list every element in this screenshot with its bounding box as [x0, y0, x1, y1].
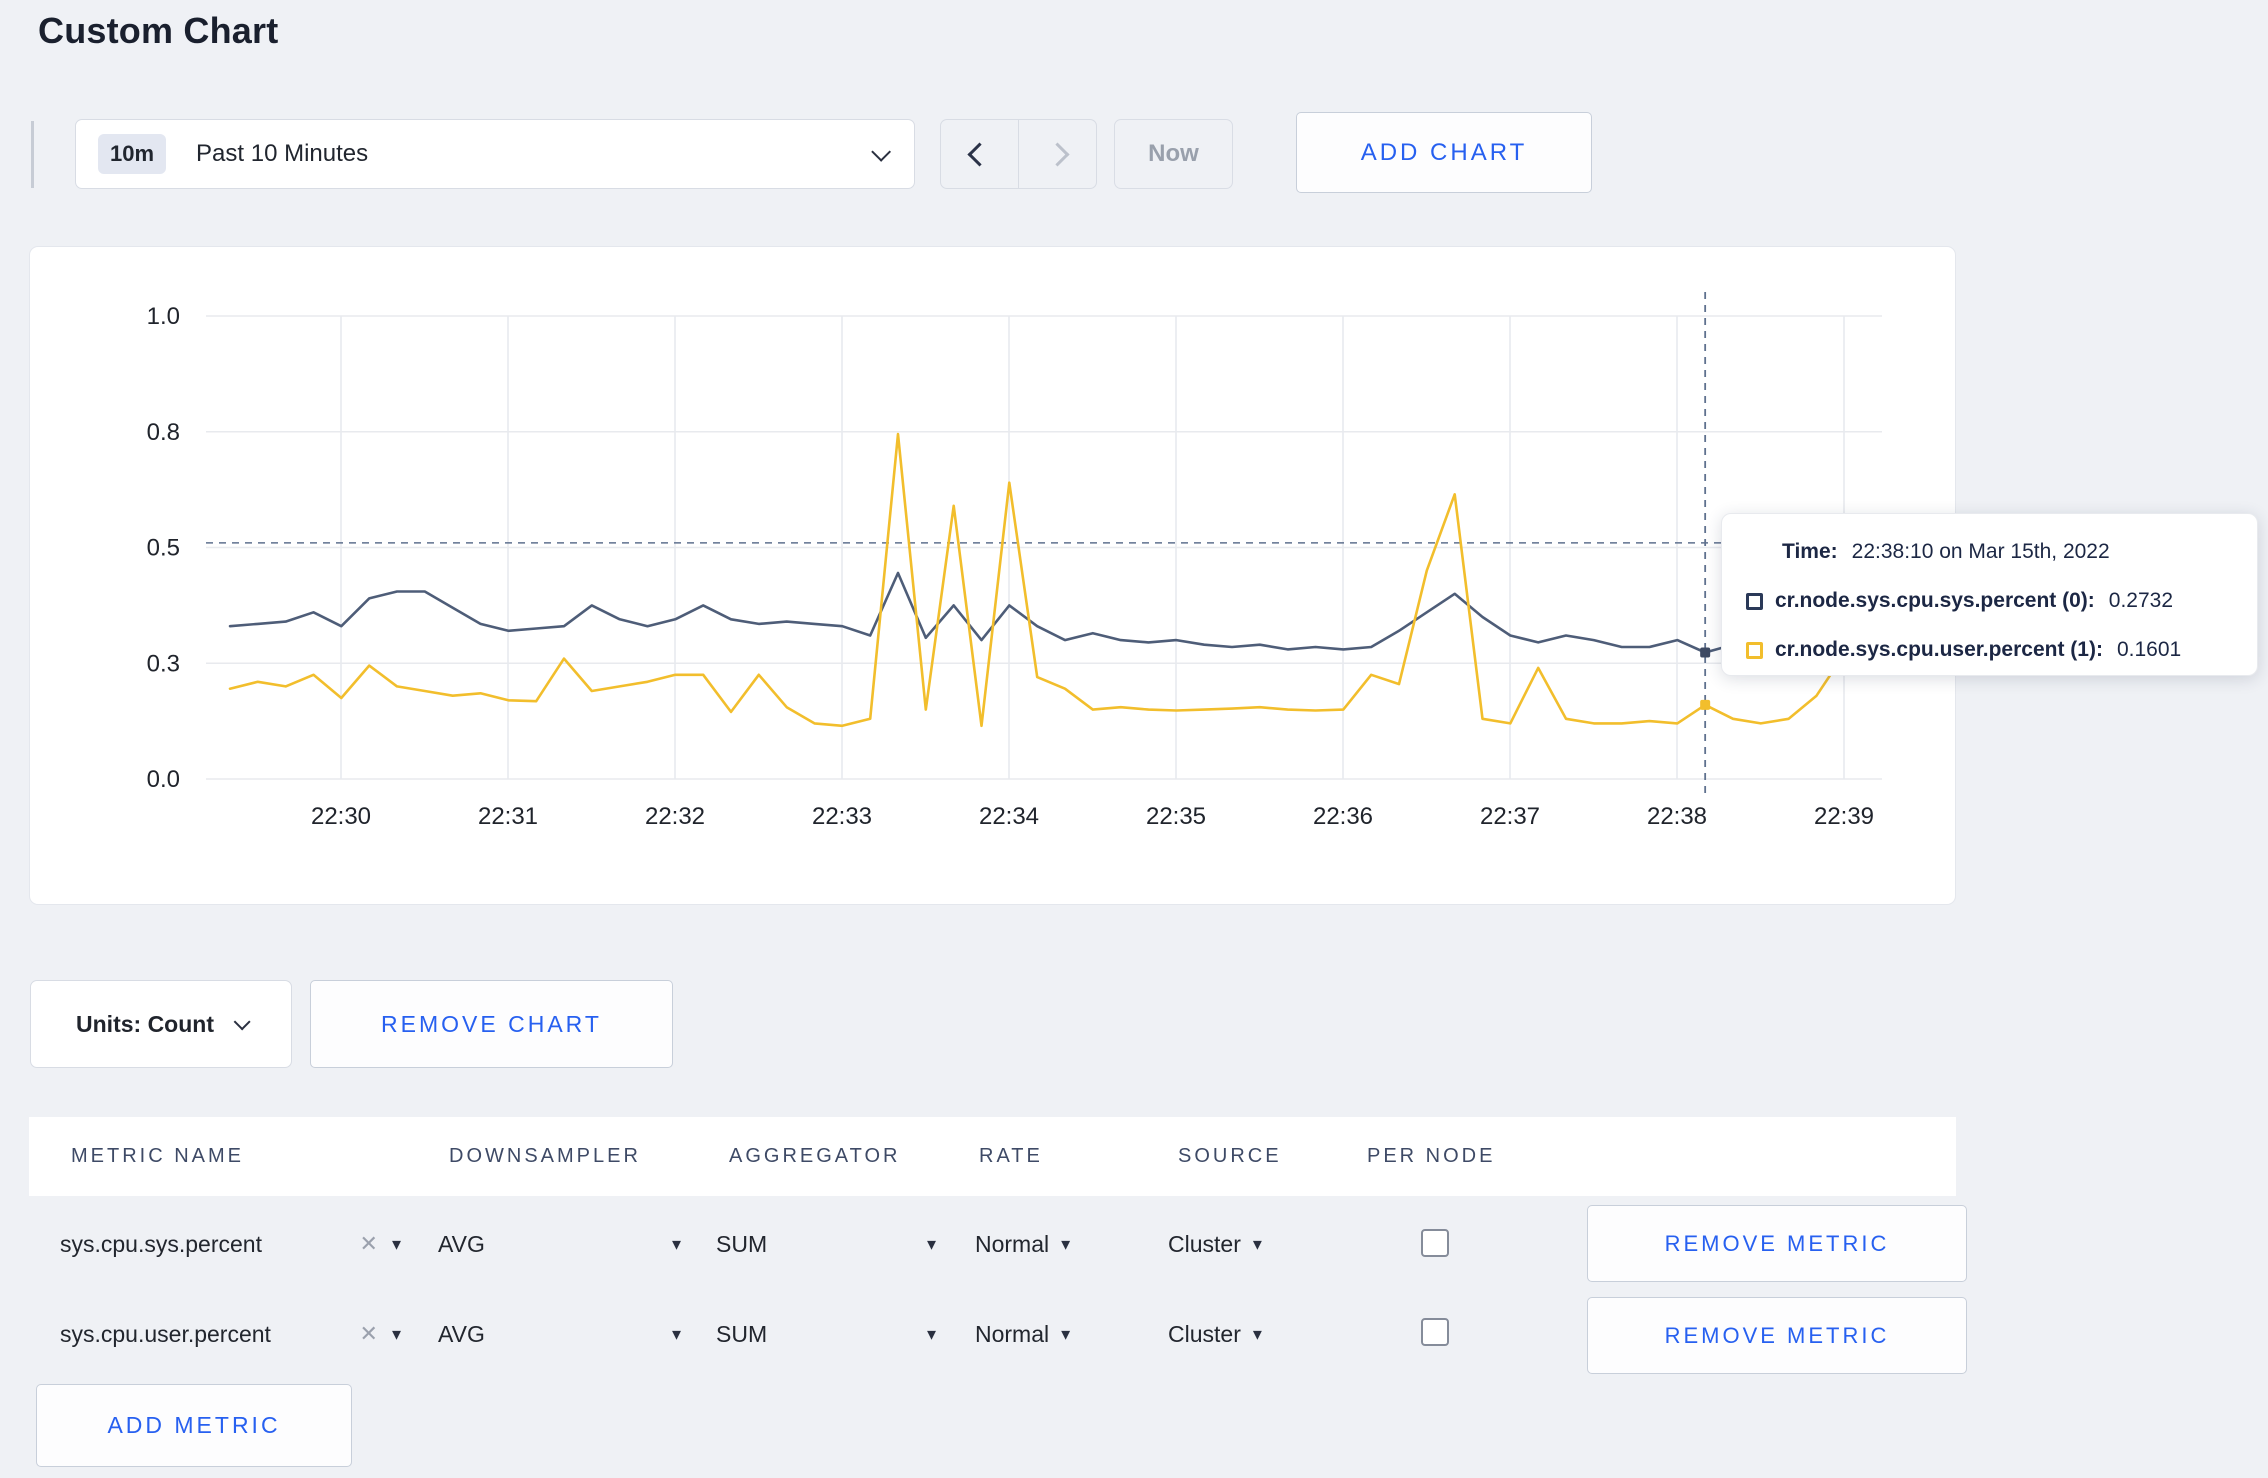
caret-down-icon[interactable]: ▾ [392, 1235, 401, 1253]
y-axis-tick-label: 0.5 [147, 535, 180, 562]
metrics-table-header: METRIC NAME DOWNSAMPLER AGGREGATOR RATE … [29, 1117, 1956, 1196]
units-dropdown[interactable]: Units: Count [30, 980, 292, 1068]
y-axis-tick-label: 0.3 [147, 650, 180, 677]
toolbar-divider [31, 121, 34, 188]
caret-down-icon: ▾ [1061, 1234, 1071, 1254]
column-header-aggregator: AGGREGATOR [729, 1145, 901, 1167]
metrics-line-chart[interactable]: 0.0 0.3 0.5 0.8 1.0 22:30 22:31 22:32 22:33 22:34… [30, 247, 1955, 904]
per-node-checkbox[interactable] [1421, 1229, 1449, 1257]
chevron-right-icon [1045, 141, 1070, 167]
column-header-per-node: PER NODE [1367, 1145, 1496, 1167]
caret-down-icon[interactable]: ▾ [392, 1325, 401, 1343]
y-axis-tick-label: 0.0 [147, 766, 180, 793]
series-user-swatch-icon [1746, 641, 1763, 659]
metric-name-value: sys.cpu.sys.percent [60, 1230, 262, 1257]
caret-down-icon: ▾ [926, 1234, 936, 1254]
time-range-label: Past 10 Minutes [196, 140, 369, 167]
tooltip-time-label: Time: [1782, 540, 1838, 563]
chart-tooltip: Time: 22:38:10 on Mar 15th, 2022 cr.node… [1721, 513, 2258, 676]
metric-row-sys: sys.cpu.sys.percent ✕ ▾ AVG ▾ SUM ▾ Norm… [29, 1205, 1967, 1282]
tooltip-time-value: 22:38:10 on Mar 15th, 2022 [1851, 540, 2110, 563]
x-axis-tick-label: 22:36 [1313, 803, 1373, 830]
series-sys-swatch-icon [1746, 592, 1763, 610]
tooltip-series-user-value: 0.1601 [2116, 638, 2182, 661]
time-nav-group [940, 119, 1097, 189]
remove-metric-button[interactable]: REMOVE METRIC [1587, 1205, 1967, 1282]
caret-down-icon: ▾ [671, 1234, 681, 1254]
x-axis-tick-label: 22:31 [478, 803, 538, 830]
crosshair-point-user [1700, 699, 1711, 710]
rate-value: Normal [975, 1230, 1050, 1257]
source-dropdown[interactable]: Cluster ▾ [1168, 1312, 1262, 1356]
downsampler-value: AVG [438, 1230, 485, 1257]
column-header-rate: RATE [979, 1145, 1043, 1167]
rate-dropdown[interactable]: Normal ▾ [975, 1312, 1070, 1356]
column-header-downsampler: DOWNSAMPLER [449, 1145, 641, 1167]
aggregator-value: SUM [716, 1320, 768, 1347]
caret-down-icon: ▾ [926, 1324, 936, 1344]
source-dropdown[interactable]: Cluster ▾ [1168, 1222, 1262, 1266]
metric-name-value: sys.cpu.user.percent [60, 1320, 271, 1347]
y-axis-tick-label: 1.0 [147, 303, 180, 330]
time-range-badge: 10m [98, 134, 167, 174]
tooltip-series-sys-value: 0.2732 [2108, 589, 2174, 612]
downsampler-dropdown[interactable]: AVG ▾ [438, 1222, 681, 1266]
x-axis-tick-label: 22:39 [1814, 803, 1874, 830]
chevron-down-icon [233, 1013, 251, 1031]
x-axis-tick-label: 22:34 [979, 803, 1039, 830]
chart-card: 0.0 0.3 0.5 0.8 1.0 22:30 22:31 22:32 22:33 22:34… [29, 246, 1956, 905]
downsampler-value: AVG [438, 1320, 485, 1347]
x-axis-tick-label: 22:38 [1647, 803, 1707, 830]
column-header-source: SOURCE [1178, 1145, 1282, 1167]
remove-metric-x-icon[interactable]: ✕ [360, 1321, 378, 1347]
rate-value: Normal [975, 1320, 1050, 1347]
x-axis-tick-label: 22:33 [812, 803, 872, 830]
x-axis-tick-label: 22:30 [311, 803, 371, 830]
x-axis-tick-label: 22:32 [645, 803, 705, 830]
series-line-user [228, 432, 1874, 728]
metric-name-dropdown[interactable]: sys.cpu.sys.percent ✕ ▾ [60, 1222, 401, 1266]
time-forward-button[interactable] [1019, 120, 1096, 188]
aggregator-value: SUM [716, 1230, 768, 1257]
units-label: Units: Count [76, 1010, 214, 1037]
remove-metric-x-icon[interactable]: ✕ [360, 1231, 378, 1257]
x-axis-tick-label: 22:35 [1146, 803, 1206, 830]
y-axis-tick-label: 0.8 [147, 419, 180, 446]
column-header-metric-name: METRIC NAME [71, 1145, 244, 1167]
aggregator-dropdown[interactable]: SUM ▾ [716, 1222, 936, 1266]
aggregator-dropdown[interactable]: SUM ▾ [716, 1312, 936, 1356]
source-value: Cluster [1168, 1320, 1241, 1347]
caret-down-icon: ▾ [1252, 1324, 1262, 1344]
chevron-down-icon [871, 141, 892, 162]
series-line-sys [228, 571, 1874, 654]
caret-down-icon: ▾ [1252, 1234, 1262, 1254]
add-metric-button[interactable]: ADD METRIC [36, 1384, 352, 1467]
add-chart-button[interactable]: ADD CHART [1296, 112, 1592, 193]
caret-down-icon: ▾ [1061, 1324, 1071, 1344]
downsampler-dropdown[interactable]: AVG ▾ [438, 1312, 681, 1356]
remove-chart-button[interactable]: REMOVE CHART [310, 980, 673, 1068]
rate-dropdown[interactable]: Normal ▾ [975, 1222, 1070, 1266]
metric-row-user: sys.cpu.user.percent ✕ ▾ AVG ▾ SUM ▾ Nor… [29, 1297, 1967, 1374]
metric-name-dropdown[interactable]: sys.cpu.user.percent ✕ ▾ [60, 1312, 401, 1356]
tooltip-series-user-label: cr.node.sys.cpu.user.percent (1): [1775, 638, 2103, 661]
crosshair-point-sys [1700, 647, 1711, 658]
time-range-dropdown[interactable]: 10m Past 10 Minutes [75, 119, 915, 189]
per-node-checkbox[interactable] [1421, 1318, 1449, 1346]
page-title: Custom Chart [38, 10, 279, 51]
chevron-left-icon [967, 141, 992, 167]
tooltip-series-sys-label: cr.node.sys.cpu.sys.percent (0): [1775, 589, 2095, 612]
source-value: Cluster [1168, 1230, 1241, 1257]
x-axis-tick-label: 22:37 [1480, 803, 1540, 830]
now-button[interactable]: Now [1114, 119, 1233, 189]
remove-metric-button[interactable]: REMOVE METRIC [1587, 1297, 1967, 1374]
caret-down-icon: ▾ [671, 1324, 681, 1344]
time-back-button[interactable] [941, 120, 1019, 188]
